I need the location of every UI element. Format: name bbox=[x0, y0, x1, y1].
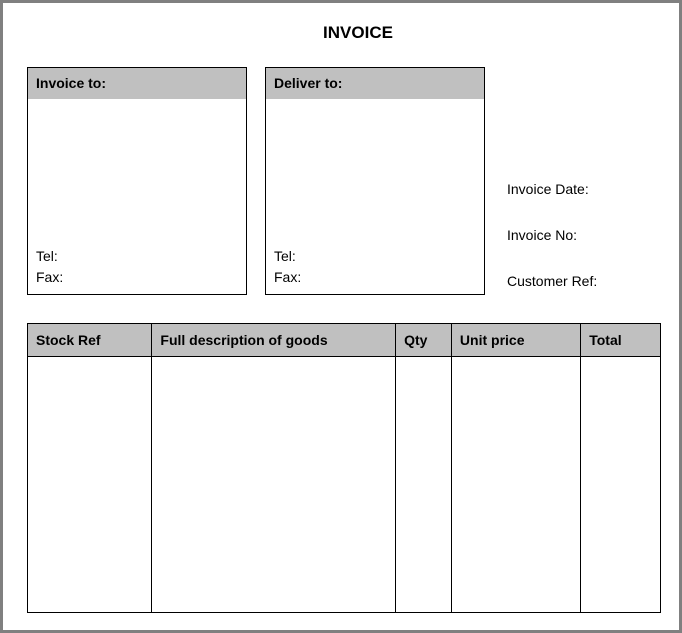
header-total: Total bbox=[581, 324, 661, 357]
invoice-no-label: Invoice No: bbox=[507, 227, 597, 243]
deliver-to-header: Deliver to: bbox=[266, 68, 484, 99]
table-header-row: Stock Ref Full description of goods Qty … bbox=[28, 324, 661, 357]
deliver-to-footer: Tel: Fax: bbox=[266, 242, 484, 294]
deliver-to-tel-label: Tel: bbox=[274, 246, 476, 267]
invoice-to-box: Invoice to: Tel: Fax: bbox=[27, 67, 247, 295]
invoice-date-label: Invoice Date: bbox=[507, 181, 597, 197]
header-stock-ref: Stock Ref bbox=[28, 324, 152, 357]
customer-ref-label: Customer Ref: bbox=[507, 273, 597, 289]
deliver-to-box: Deliver to: Tel: Fax: bbox=[265, 67, 485, 295]
cell-stock-ref bbox=[28, 357, 152, 613]
cell-unit-price bbox=[451, 357, 580, 613]
header-unit-price: Unit price bbox=[451, 324, 580, 357]
invoice-to-header: Invoice to: bbox=[28, 68, 246, 99]
invoice-to-fax-label: Fax: bbox=[36, 267, 238, 288]
invoice-to-body bbox=[28, 99, 246, 242]
address-meta-row: Invoice to: Tel: Fax: Deliver to: Tel: F… bbox=[27, 67, 659, 295]
invoice-to-footer: Tel: Fax: bbox=[28, 242, 246, 294]
header-description: Full description of goods bbox=[152, 324, 396, 357]
cell-qty bbox=[396, 357, 452, 613]
deliver-to-fax-label: Fax: bbox=[274, 267, 476, 288]
invoice-to-tel-label: Tel: bbox=[36, 246, 238, 267]
line-items-table: Stock Ref Full description of goods Qty … bbox=[27, 323, 661, 613]
deliver-to-body bbox=[266, 99, 484, 242]
page-title: INVOICE bbox=[57, 23, 659, 43]
table-row bbox=[28, 357, 661, 613]
header-qty: Qty bbox=[396, 324, 452, 357]
cell-total bbox=[581, 357, 661, 613]
invoice-meta: Invoice Date: Invoice No: Customer Ref: bbox=[503, 67, 597, 295]
cell-description bbox=[152, 357, 396, 613]
invoice-document: INVOICE Invoice to: Tel: Fax: Deliver to… bbox=[0, 0, 682, 633]
